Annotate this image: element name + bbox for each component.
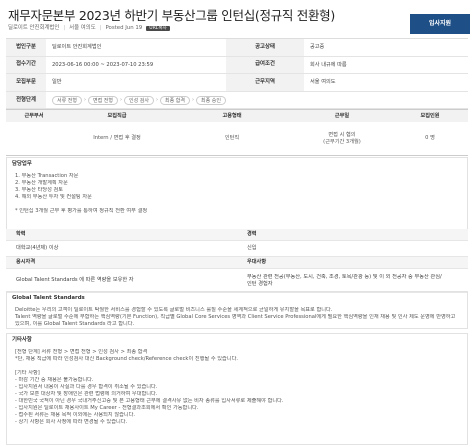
- requirements-grid: 학력 경력 대학교(4년제) 이상 신입 응시자격 우대사항 Global Ta…: [6, 229, 468, 293]
- info-label: 법인구분: [6, 39, 46, 56]
- text-line: - 입사지원은 딜로이트 채용사이트 My Career - 전형결과조회에서 …: [15, 405, 199, 412]
- text-line: - 대한민국 국적이 아닌 경우 국내거주신고증 및 본 고용형태 근무에 결격…: [15, 398, 284, 405]
- column-header: 근무일: [292, 110, 392, 122]
- table-cell: 면접 시 협의 (근무기간 3개월): [323, 131, 361, 145]
- positions-table: 근무부서 모집직급 고용형태 근무일 모집인원 Intern / 면접 후 결정…: [6, 109, 468, 156]
- job-info-table: 법인구분 딜로이트 안진회계법인 공고상태 공고중 접수기간 2023-06-16 0…: [6, 38, 468, 110]
- info-label: 공고상태: [226, 39, 304, 56]
- preference-line: 인턴 경험자: [247, 280, 273, 287]
- job-header: 재무자문본부 2023년 하반기 부동산그룹 인턴십(정규직 전환형) 딜로이트…: [6, 6, 470, 34]
- info-label: 모집부문: [6, 74, 46, 91]
- grid-header: 경력: [247, 231, 257, 238]
- process-step: 최종 승인: [196, 95, 226, 105]
- info-row: 접수기간 2023-06-16 00:00 ~ 2023-07-10 23:59 …: [6, 56, 468, 75]
- gts-section: Global Talent Standards Deloitte는 우리의 고객…: [6, 291, 468, 329]
- text-line: Talent 역량을 글로벌 수준에 부합하는 핵심역량(기본 Function…: [15, 314, 456, 321]
- preference-value: 부동산 관련 전공(부동산, 도시, 건축, 조경, 토목/관광 등) 및 이 …: [237, 274, 468, 288]
- experience-value: 신입: [247, 245, 257, 252]
- table-cell: 0 명: [425, 135, 435, 142]
- column-header: 모집직급: [62, 110, 172, 122]
- text-line: - 마감 기간 중 채용은 불가능합니다.: [15, 377, 94, 384]
- arrow-icon: ›: [120, 96, 122, 103]
- info-label: 접수기간: [6, 56, 46, 74]
- job-meta: 딜로이트 안진회계법인 | 서울 여의도 | Posted Jun 19 URL…: [8, 25, 170, 32]
- qualification-value: Global Talent Standards 에 따른 역량을 보유한 자: [16, 277, 134, 284]
- text-line: *단, 채용 직급에 따라 인성검사 대신 Background check/R…: [15, 356, 238, 363]
- process-step: 서류 전형: [52, 95, 82, 105]
- grid-header: 우대사항: [247, 259, 267, 266]
- info-value: 2023-06-16 00:00 ~ 2023-07-10 23:59: [52, 61, 154, 68]
- text-line: 3. 부동산 타당성 검토: [15, 187, 64, 194]
- text-line: [전형 단계] 서류 전형 > 면접 전형 > 인성 검사 > 최종 합격: [15, 349, 148, 356]
- posted-date: Posted Jun 19: [105, 25, 143, 31]
- preference-line: 부동산 관련 전공(부동산, 도시, 건축, 조경, 토목/관광 등) 및 이 …: [247, 273, 442, 280]
- text-line: [15, 201, 459, 208]
- grid-header-row: 학력 경력: [6, 229, 468, 241]
- section-title: 담당업무: [12, 161, 32, 167]
- process-step: 인성 검사: [124, 95, 154, 105]
- info-value: 일반: [52, 79, 62, 86]
- info-value: 회사 내규에 따름: [310, 61, 347, 68]
- grid-row: Global Talent Standards 에 따른 역량을 보유한 자 부…: [6, 269, 468, 293]
- column-header: 모집인원: [392, 110, 468, 122]
- info-value: 공고중: [310, 43, 325, 50]
- duties-body: 1. 부동산 Transaction 자문 2. 부동산 개발계획 자문 3. 부동…: [7, 171, 467, 218]
- text-line: 4. 해외 부동산 투자 및 컨설팅 자문: [15, 194, 92, 201]
- process-row: 전형단계 서류 전형 › 면접 전형 › 인성 검사 › 최종 합격 › 최종 …: [6, 91, 468, 110]
- positions-row: Intern / 면접 후 결정 인턴직 면접 시 협의 (근무기간 3개월) …: [6, 122, 468, 156]
- grid-row: 대학교(4년제) 이상 신입: [6, 241, 468, 257]
- apply-button[interactable]: 입사지원: [410, 14, 470, 34]
- text-line: 1. 부동산 Transaction 자문: [15, 173, 79, 180]
- copy-url-badge[interactable]: URL복사: [146, 25, 170, 32]
- arrow-icon: ›: [192, 96, 194, 103]
- process-label: 전형단계: [6, 91, 46, 109]
- info-value: 딜로이트 안진회계법인: [52, 43, 102, 50]
- grid-header: 응시자격: [16, 259, 36, 266]
- text-line: [15, 363, 459, 370]
- text-line: [기타 사항]: [15, 370, 40, 377]
- info-label: 근무지역: [226, 74, 304, 91]
- text-line: - 접수된 서류는 채용 목적 이외에는 사용되지 않습니다.: [15, 412, 136, 419]
- table-cell: 인턴직: [224, 135, 240, 142]
- positions-header: 근무부서 모집직급 고용형태 근무일 모집인원: [6, 110, 468, 122]
- text-line: Deloitte는 우리의 고객이 딜로이트 탁월한 서비스를 경험할 수 있도…: [15, 307, 333, 314]
- text-line: - 상기 사항은 회사 사정에 따라 변경될 수 있습니다.: [15, 419, 128, 426]
- grid-header-row: 응시자격 우대사항: [6, 257, 468, 269]
- column-header: 근무부서: [6, 110, 62, 122]
- job-location: 서울 여의도: [69, 25, 96, 31]
- info-label: 급여조건: [226, 56, 304, 74]
- other-body: [전형 단계] 서류 전형 > 면접 전형 > 인성 검사 > 최종 합격 *단,…: [7, 347, 467, 429]
- text-line: * 인턴십 3개월 근무 후 평가를 통하여 정규직 전환 여부 결정: [15, 208, 148, 215]
- other-section: 기타사항 [전형 단계] 서류 전형 > 면접 전형 > 인성 검사 > 최종 …: [6, 333, 468, 445]
- education-value: 대학교(4년제) 이상: [16, 245, 59, 252]
- job-title: 재무자문본부 2023년 하반기 부동산그룹 인턴십(정규직 전환형): [8, 8, 335, 23]
- duties-section: 담당업무 1. 부동산 Transaction 자문 2. 부동산 개발계획 자문…: [6, 157, 468, 229]
- text-line: 2. 부동산 개발계획 자문: [15, 180, 68, 187]
- text-line: 있으며, 이를 Global Talent Standards 라고 합니다.: [15, 321, 135, 328]
- section-title: Global Talent Standards: [12, 295, 85, 301]
- info-row: 모집부문 일반 근무지역 서울 여의도: [6, 74, 468, 92]
- process-step: 최종 합격: [160, 95, 190, 105]
- column-header: 고용형태: [172, 110, 292, 122]
- table-cell: Intern / 면접 후 결정: [93, 135, 141, 142]
- text-line: - 국가 보훈 대상자 및 장애인은 관련 법령에 의거하여 우대합니다.: [15, 391, 158, 398]
- company-name: 딜로이트 안진회계법인: [8, 25, 60, 31]
- process-step: 면접 전형: [88, 95, 118, 105]
- info-row: 법인구분 딜로이트 안진회계법인 공고상태 공고중: [6, 39, 468, 57]
- info-value: 서울 여의도: [310, 79, 336, 86]
- text-line: - 입사지원서 내용이 사실과 다를 경우 합격이 취소될 수 있습니다.: [15, 384, 158, 391]
- table-cell: [6, 122, 62, 155]
- section-title: 기타사항: [12, 337, 32, 343]
- process-steps: 서류 전형 › 면접 전형 › 인성 검사 › 최종 합격 › 최종 승인: [46, 95, 226, 105]
- arrow-icon: ›: [156, 96, 158, 103]
- gts-body: Deloitte는 우리의 고객이 딜로이트 탁월한 서비스를 경험할 수 있도…: [7, 305, 467, 331]
- arrow-icon: ›: [84, 96, 86, 103]
- grid-header: 학력: [16, 231, 26, 238]
